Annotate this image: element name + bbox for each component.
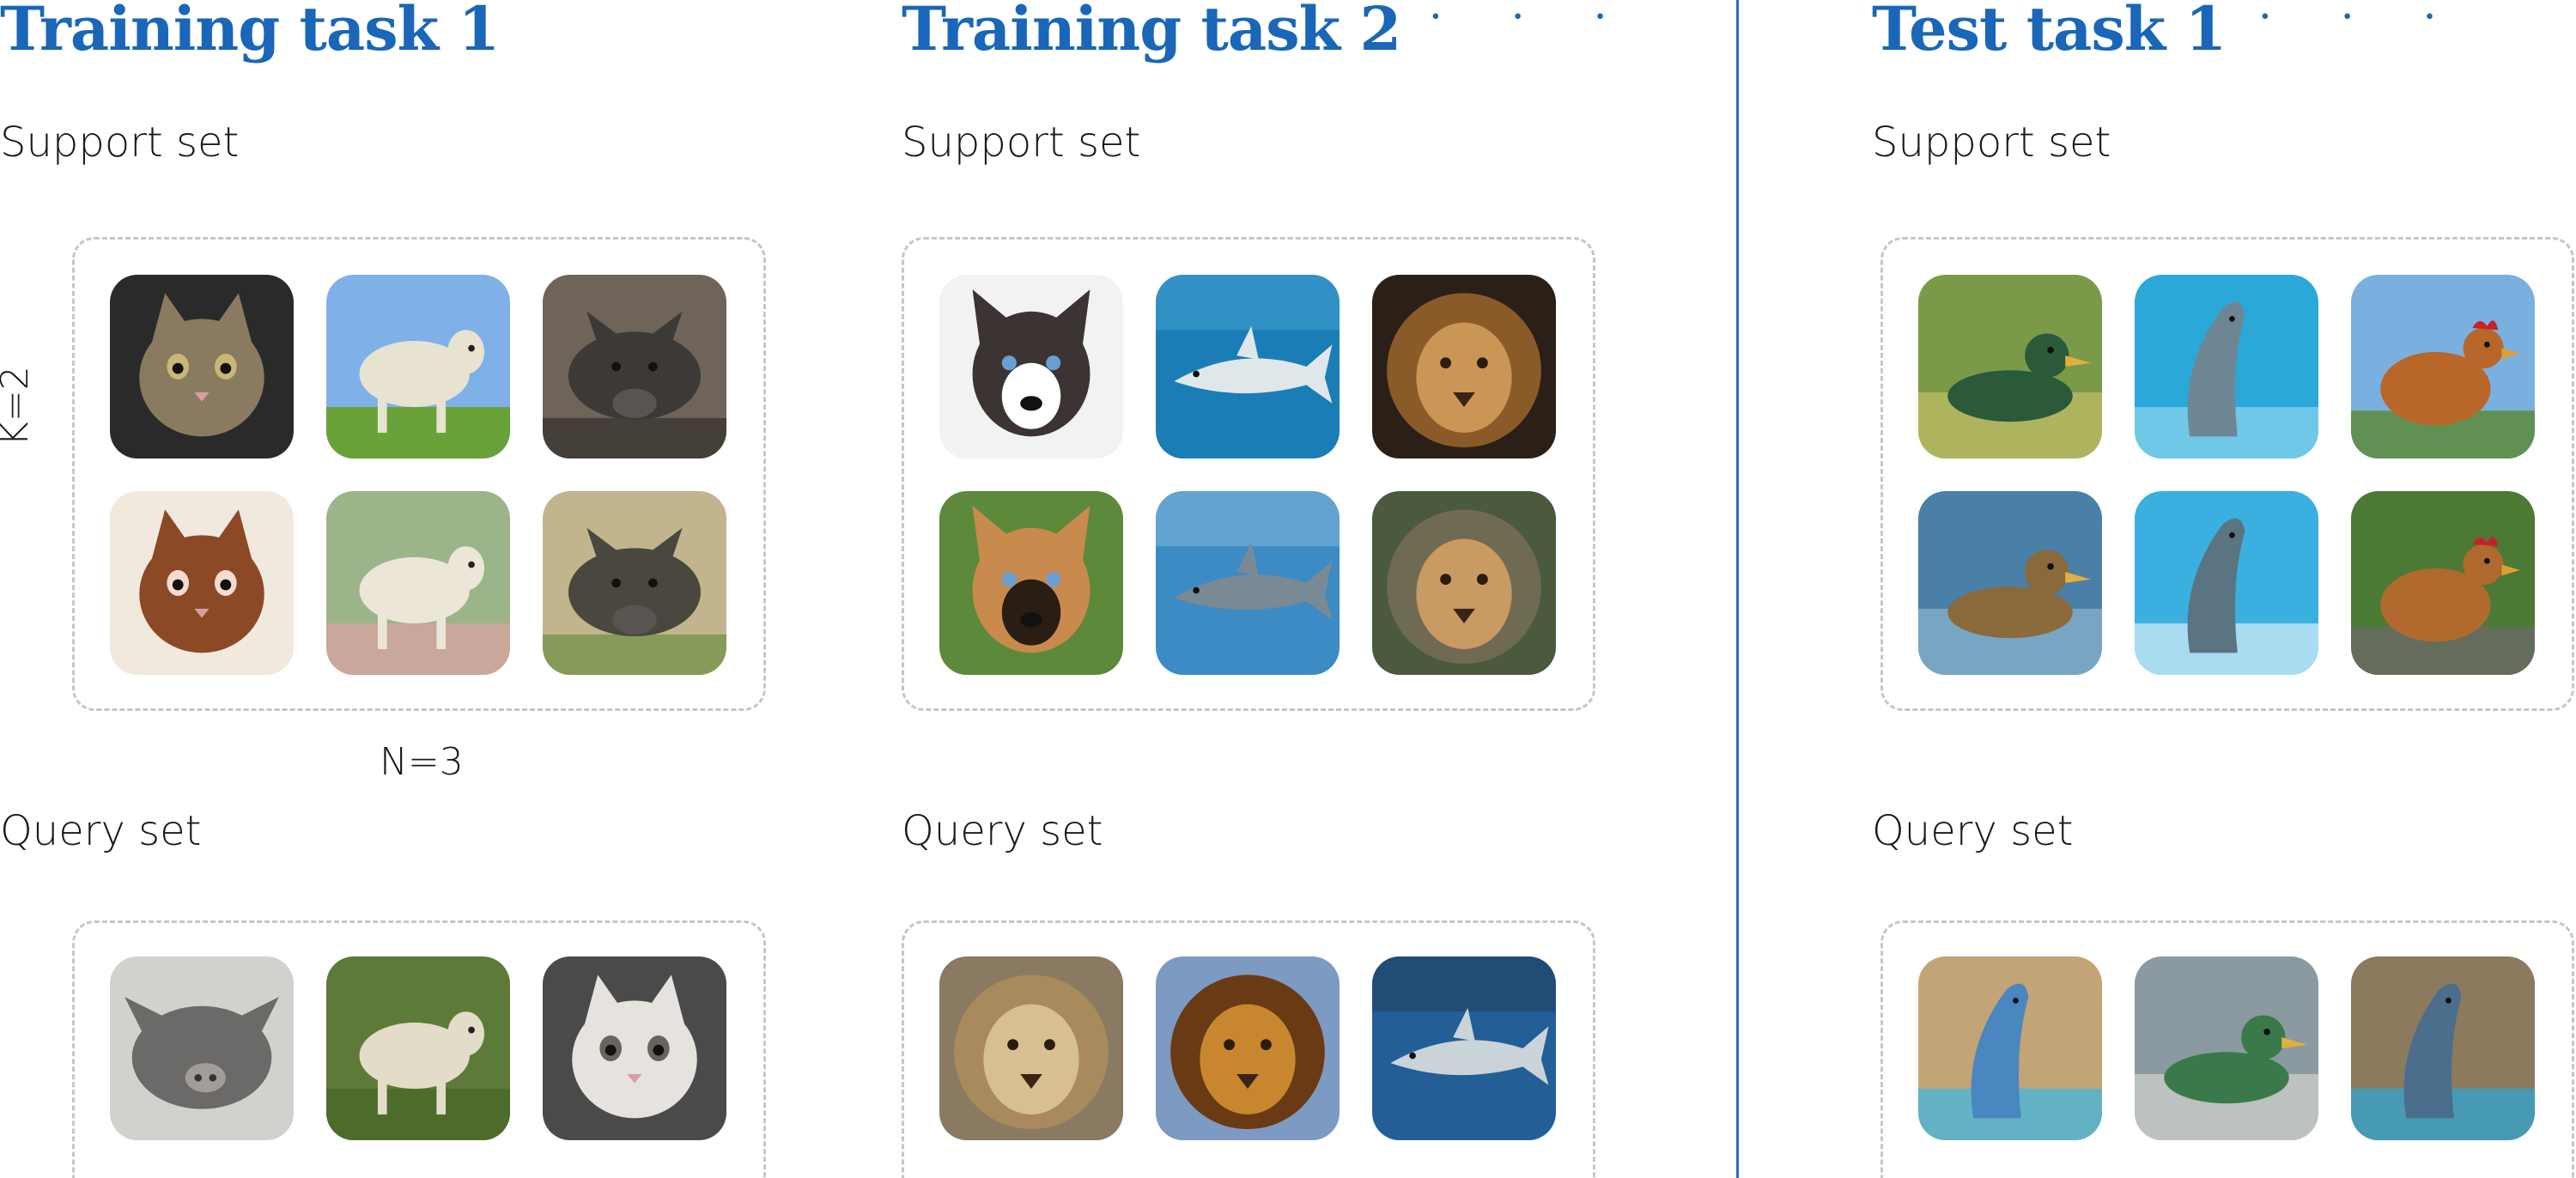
lion-icon (1372, 491, 1556, 675)
lion-icon (1156, 956, 1340, 1140)
support-image-cat (110, 491, 294, 675)
query-set-label: Query set (1872, 807, 2074, 855)
support-set-label: Support set (1872, 118, 2111, 167)
chicken-icon (2351, 275, 2535, 458)
support-image-lamb (326, 491, 510, 675)
support-image-dog (939, 491, 1123, 675)
support-image-duck (1918, 275, 2102, 458)
shark-icon (1156, 491, 1340, 675)
query-set-label: Query set (0, 807, 202, 855)
more-tasks-ellipsis: · · · (1429, 0, 1635, 41)
support-image-boar (543, 275, 726, 458)
support-image-shark (1156, 491, 1340, 675)
dolphin-icon (1918, 956, 2102, 1140)
husky-icon (939, 275, 1123, 458)
lion-icon (939, 956, 1123, 1140)
boar-icon (543, 275, 726, 458)
dolphin-icon (2135, 491, 2318, 675)
support-image-lion (1372, 491, 1556, 675)
query-image-pig (110, 956, 294, 1140)
support-image-chicken (2351, 491, 2535, 675)
shark-icon (1372, 956, 1556, 1140)
shark-icon (1156, 275, 1340, 458)
n-way-label: N=3 (380, 740, 464, 784)
support-set-label: Support set (0, 118, 240, 167)
query-image-duck (2135, 956, 2318, 1140)
support-image-dolphin (2135, 275, 2318, 458)
query-image-lion (939, 956, 1123, 1140)
lion-icon (1372, 275, 1556, 458)
lamb-icon (326, 956, 510, 1140)
test-task-1-panel: Test task 1 · · · Support set Query set (1872, 0, 2576, 1178)
chicken-icon (2351, 491, 2535, 675)
query-image-shark (1372, 956, 1556, 1140)
task-title: Test task 1 (1872, 0, 2227, 64)
training-task-2-panel: Training task 2 · · · Support set Query … (902, 0, 1674, 1178)
lamb-icon (326, 275, 510, 458)
warthog-icon (543, 491, 726, 675)
support-image-dolphin (2135, 491, 2318, 675)
support-image-shark (1156, 275, 1340, 458)
support-image-lamb (326, 275, 510, 458)
pig-icon (110, 956, 294, 1140)
support-image-chicken (2351, 275, 2535, 458)
dolphin-icon (2351, 956, 2535, 1140)
support-image-cat (110, 275, 294, 458)
support-image-duck (1918, 491, 2102, 675)
cat-icon (110, 491, 294, 675)
k-shot-label: K=2 (0, 366, 37, 446)
support-set-label: Support set (902, 118, 1141, 167)
support-image-lion (1372, 275, 1556, 458)
more-tasks-ellipsis: · · · (2258, 0, 2464, 41)
training-task-1-panel: Training task 1 Support set K=2 N=3 Quer… (0, 0, 824, 1178)
query-image-lion (1156, 956, 1340, 1140)
query-image-dolphin (1918, 956, 2102, 1140)
support-image-warthog (543, 491, 726, 675)
column-divider (1736, 0, 1739, 1178)
duck-icon (1918, 491, 2102, 675)
dog-icon (939, 491, 1123, 675)
support-image-husky (939, 275, 1123, 458)
cat-icon (543, 956, 726, 1140)
query-image-cat (543, 956, 726, 1140)
task-title: Training task 2 (902, 0, 1401, 64)
lamb-icon (326, 491, 510, 675)
dolphin-icon (2135, 275, 2318, 458)
cat-icon (110, 275, 294, 458)
query-image-lamb (326, 956, 510, 1140)
duck-icon (2135, 956, 2318, 1140)
query-image-dolphin (2351, 956, 2535, 1140)
query-set-label: Query set (902, 807, 1103, 855)
task-title: Training task 1 (0, 0, 500, 64)
duck-icon (1918, 275, 2102, 458)
